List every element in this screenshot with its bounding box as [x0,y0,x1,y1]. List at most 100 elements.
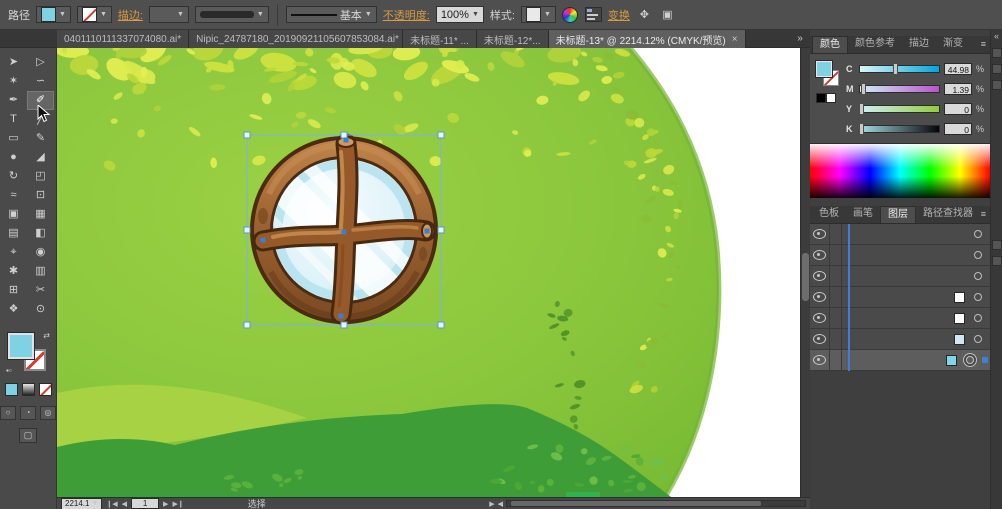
hand-tool[interactable]: ❖ [0,300,27,319]
rectangle-tool[interactable]: ▭ [0,129,27,148]
graphic-style-dropdown[interactable]: ▼ [520,6,556,23]
recolor-artwork-button[interactable] [562,6,579,23]
width-tool[interactable]: ≈ [0,186,27,205]
pencil-tool[interactable]: ✎ [27,129,54,148]
panel-tab[interactable]: 路径查找器 [916,206,980,222]
slider-knob[interactable] [860,83,866,95]
artboard-number-field[interactable]: 1 [131,498,160,509]
variable-width-profile-dropdown[interactable]: ▼ [194,6,269,23]
direct-selection-tool[interactable]: ▷ [27,53,54,72]
hscroll-thumb[interactable] [511,501,761,506]
target-circle[interactable] [974,230,982,238]
line-segment-tool[interactable]: ╱ [27,110,54,129]
visibility-toggle[interactable] [810,350,830,370]
panel-icon[interactable] [991,240,1002,250]
target-circle[interactable] [974,314,982,322]
layer-row[interactable] [810,308,990,329]
eyedropper-tool[interactable]: ⌖ [0,243,27,262]
visibility-toggle[interactable] [810,266,830,286]
panel-menu-icon[interactable]: ≡ [981,209,986,219]
brush-definition-dropdown[interactable]: 基本 ▼ [285,6,377,23]
lock-cell[interactable] [830,287,842,307]
next-artboard-button[interactable]: ▶ [163,500,168,508]
panel-tab[interactable]: 色板 [812,206,846,222]
panel-menu-icon[interactable]: ≡ [981,39,986,49]
document-tab[interactable]: 0401110111337074080.ai* [57,30,190,48]
vertical-scrollbar[interactable] [800,48,810,497]
fill-proxy-swatch[interactable] [8,333,34,359]
pen-tool[interactable]: ✒ [0,91,27,110]
paintbrush-tool[interactable]: ✐ [27,91,54,110]
scale-tool[interactable]: ◰ [27,167,54,186]
color-spectrum[interactable] [810,143,990,198]
scroll-right-arrow[interactable]: ▶ [489,500,494,508]
mesh-tool[interactable]: ▤ [0,224,27,243]
scrollbar-thumb[interactable] [802,253,809,301]
fill-stroke-proxy[interactable]: ⇄ ▪▫ [6,331,50,375]
swap-fill-stroke-icon[interactable]: ⇄ [43,331,50,340]
horizontal-scrollbar[interactable]: ▶ ◀ [489,500,806,508]
draw-inside-icon[interactable]: ◎ [40,406,56,420]
document-tab[interactable]: 未标题-13* @ 2214.12% (CMYK/预览) × [548,30,746,48]
document-tab[interactable]: 未标题-11* ... [403,30,477,48]
none-button[interactable] [38,383,52,396]
prev-artboard-button[interactable]: ◀ [122,500,127,508]
layer-row[interactable] [810,245,990,266]
layer-row[interactable] [810,266,990,287]
fill-color-dropdown[interactable]: ▼ [36,6,71,23]
draw-behind-icon[interactable]: ◔ [20,406,36,420]
visibility-toggle[interactable] [810,329,830,349]
stroke-color-dropdown[interactable]: ▼ [76,6,112,23]
opacity-dropdown[interactable]: 100% ▼ [435,6,484,23]
artwork[interactable] [57,48,800,497]
shape-builder-tool[interactable]: ▣ [0,205,27,224]
stroke-panel-link[interactable]: 描边: [118,7,143,23]
panel-tab[interactable]: 描边 [902,36,936,52]
gradient-tool[interactable]: ◧ [27,224,54,243]
arrange-button[interactable]: ▣ [659,6,676,23]
zoom-dropdown[interactable]: 2214.1 ▼ [61,497,103,509]
blob-brush-tool[interactable]: ● [0,148,27,167]
target-circle[interactable] [966,356,974,364]
layer-row[interactable] [810,287,990,308]
opacity-panel-link[interactable]: 不透明度: [383,7,430,23]
scroll-left-arrow[interactable]: ◀ [498,500,503,508]
blend-tool[interactable]: ◉ [27,243,54,262]
stroke-weight-dropdown[interactable]: ▼ [148,6,189,23]
symbol-sprayer-tool[interactable]: ✱ [0,262,27,281]
graph-tool[interactable]: ▥ [27,262,54,281]
lock-cell[interactable] [830,308,842,328]
visibility-toggle[interactable] [810,224,830,244]
slice-tool[interactable]: ✂ [27,281,54,300]
draw-normal-icon[interactable]: ○ [0,406,16,420]
lasso-tool[interactable]: ∽ [27,72,54,91]
panel-tab[interactable]: 画笔 [846,206,880,222]
tab-overflow-button[interactable]: » [792,32,808,46]
fill-proxy-swatch[interactable] [816,61,832,77]
layer-row[interactable] [810,350,990,371]
visibility-toggle[interactable] [810,308,830,328]
selection-tool[interactable]: ➤ [0,53,27,72]
white-swatch[interactable] [826,93,836,103]
black-swatch[interactable] [816,93,826,103]
expand-panels-icon[interactable]: « [991,30,1002,42]
panel-tab[interactable]: 渐变 [936,36,970,52]
target-circle[interactable] [974,251,982,259]
document-canvas[interactable] [57,48,800,497]
magic-wand-tool[interactable]: ✶ [0,72,27,91]
panel-icon[interactable] [991,48,1002,58]
black-white-swatches[interactable] [816,93,836,103]
free-transform-tool[interactable]: ⊡ [27,186,54,205]
color-button[interactable] [4,383,18,396]
color-fill-stroke-proxy[interactable] [816,59,840,103]
eraser-tool[interactable]: ◢ [27,148,54,167]
panel-tab[interactable]: 颜色参考 [848,36,902,52]
channel-slider[interactable] [858,123,940,135]
visibility-toggle[interactable] [810,287,830,307]
lock-cell[interactable] [830,329,842,349]
lock-cell[interactable] [830,224,842,244]
transform-panel-link[interactable]: 变换 [608,7,630,23]
lock-cell[interactable] [830,245,842,265]
document-tab[interactable]: 未标题-12*... [476,30,549,48]
target-circle[interactable] [974,293,982,301]
